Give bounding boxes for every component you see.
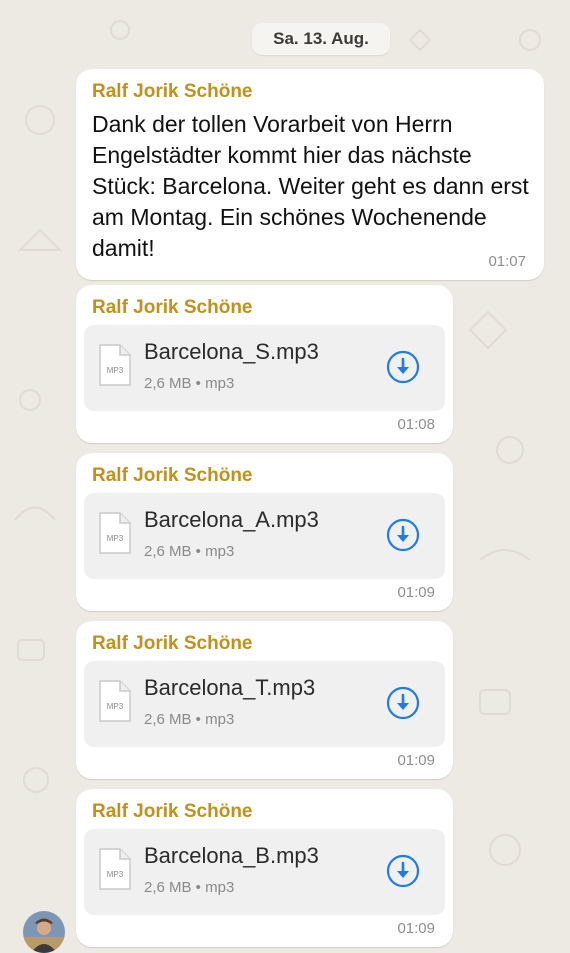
download-icon[interactable] xyxy=(386,350,420,384)
file-meta: 2,6 MB • mp3 xyxy=(144,711,235,728)
file-attachment[interactable]: MP3 Barcelona_T.mp3 2,6 MB • mp3 xyxy=(84,661,445,747)
file-attachment[interactable]: MP3 Barcelona_A.mp3 2,6 MB • mp3 xyxy=(84,493,445,579)
message-time: 01:09 xyxy=(397,584,435,601)
sender-name[interactable]: Ralf Jorik Schöne xyxy=(92,801,253,823)
file-name: Barcelona_A.mp3 xyxy=(144,507,319,532)
file-message-bubble[interactable]: Ralf Jorik Schöne MP3 Barcelona_A.mp3 2,… xyxy=(76,453,453,611)
file-meta: 2,6 MB • mp3 xyxy=(144,375,235,392)
file-attachment[interactable]: MP3 Barcelona_S.mp3 2,6 MB • mp3 xyxy=(84,325,445,411)
document-icon: MP3 xyxy=(99,680,131,722)
download-icon[interactable] xyxy=(386,518,420,552)
file-meta: 2,6 MB • mp3 xyxy=(144,543,235,560)
document-icon: MP3 xyxy=(99,344,131,386)
file-message-bubble[interactable]: Ralf Jorik Schöne MP3 Barcelona_S.mp3 2,… xyxy=(76,285,453,443)
document-icon: MP3 xyxy=(99,848,131,890)
file-type-label: MP3 xyxy=(107,702,124,711)
message-time: 01:08 xyxy=(397,416,435,433)
message-bubble[interactable]: Ralf Jorik Schöne Dank der tollen Vorarb… xyxy=(76,69,544,280)
file-type-label: MP3 xyxy=(107,366,124,375)
file-type-label: MP3 xyxy=(107,870,124,879)
file-attachment[interactable]: MP3 Barcelona_B.mp3 2,6 MB • mp3 xyxy=(84,829,445,915)
avatar-image xyxy=(23,911,65,953)
file-name: Barcelona_B.mp3 xyxy=(144,843,319,868)
file-message-bubble[interactable]: Ralf Jorik Schöne MP3 Barcelona_B.mp3 2,… xyxy=(76,789,453,947)
sender-name[interactable]: Ralf Jorik Schöne xyxy=(92,633,253,655)
message-text: Dank der tollen Vorarbeit von Herrn Enge… xyxy=(92,111,529,261)
file-meta: 2,6 MB • mp3 xyxy=(144,879,235,896)
sender-name[interactable]: Ralf Jorik Schöne xyxy=(92,81,253,103)
document-icon: MP3 xyxy=(99,512,131,554)
message-time: 01:09 xyxy=(397,920,435,937)
file-type-label: MP3 xyxy=(107,534,124,543)
file-name: Barcelona_T.mp3 xyxy=(144,675,316,700)
download-icon[interactable] xyxy=(386,686,420,720)
date-divider: Sa. 13. Aug. xyxy=(252,23,390,55)
file-name: Barcelona_S.mp3 xyxy=(144,339,319,364)
download-icon[interactable] xyxy=(386,854,420,888)
message-time: 01:07 xyxy=(488,253,526,270)
message-time: 01:09 xyxy=(397,752,435,769)
file-message-bubble[interactable]: Ralf Jorik Schöne MP3 Barcelona_T.mp3 2,… xyxy=(76,621,453,779)
sender-name[interactable]: Ralf Jorik Schöne xyxy=(92,465,253,487)
sender-name[interactable]: Ralf Jorik Schöne xyxy=(92,297,253,319)
avatar[interactable] xyxy=(23,911,65,953)
